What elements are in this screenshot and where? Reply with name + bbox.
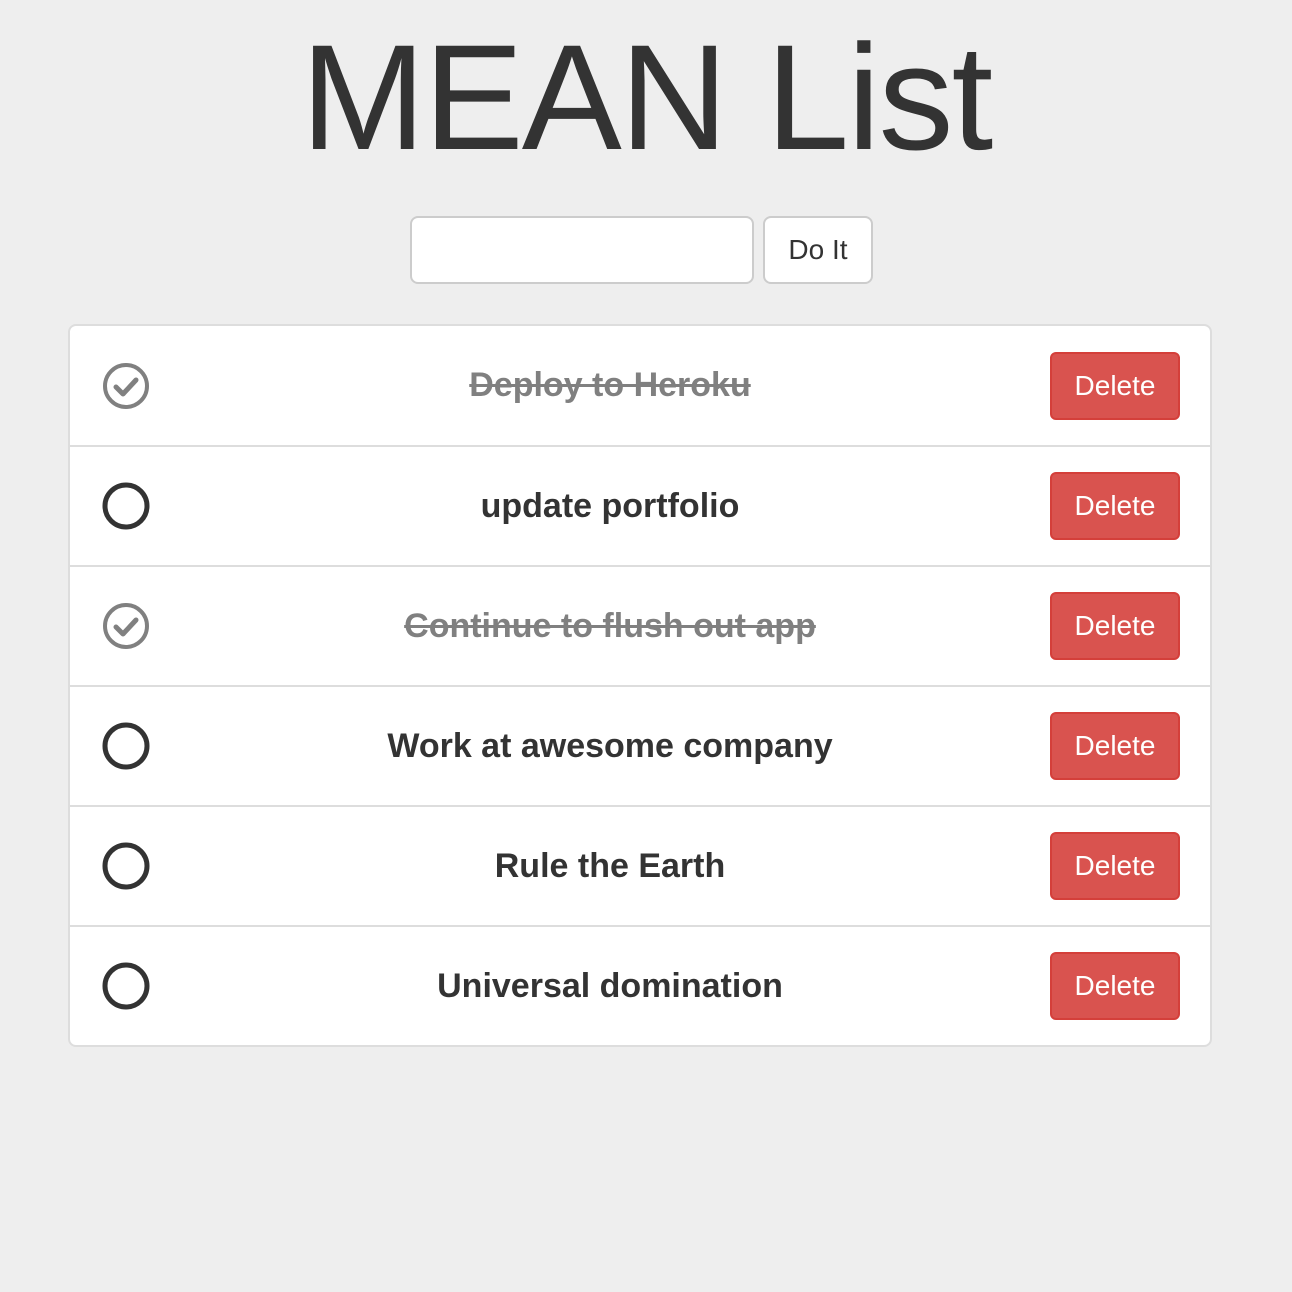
do-it-button[interactable]: Do It [763, 216, 873, 284]
delete-button[interactable]: Delete [1050, 472, 1180, 540]
new-task-input[interactable] [410, 216, 754, 284]
delete-button[interactable]: Delete [1050, 712, 1180, 780]
task-text: Rule the Earth [494, 846, 726, 885]
delete-button[interactable]: Delete [1050, 592, 1180, 660]
task-text: Work at awesome company [387, 726, 833, 765]
delete-button[interactable]: Delete [1050, 952, 1180, 1020]
delete-button[interactable]: Delete [1050, 351, 1180, 420]
list-item: Deploy to Heroku Delete [70, 326, 1210, 445]
task-text: update portfolio [480, 486, 740, 525]
list-item: Universal domination Delete [70, 925, 1210, 1045]
check-circle-icon[interactable] [101, 361, 151, 411]
circle-icon[interactable] [101, 481, 151, 531]
page: MEAN List Do It Deploy to Heroku Delete … [0, 0, 1292, 1292]
task-text: Deploy to Heroku [469, 366, 751, 404]
delete-button[interactable]: Delete [1050, 832, 1180, 900]
list-item: update portfolio Delete [70, 445, 1210, 565]
circle-icon[interactable] [101, 721, 151, 771]
add-task-form: Do It [410, 216, 873, 284]
page-title: MEAN List [300, 13, 993, 181]
task-text: Continue to flush out app [404, 606, 816, 645]
circle-icon[interactable] [101, 841, 151, 891]
task-text: Universal domination [437, 966, 783, 1005]
list-item: Work at awesome company Delete [70, 685, 1210, 805]
circle-icon[interactable] [101, 961, 151, 1011]
list-item: Continue to flush out app Delete [70, 565, 1210, 685]
list-item: Rule the Earth Delete [70, 805, 1210, 925]
check-circle-icon[interactable] [101, 601, 151, 651]
task-list: Deploy to Heroku Delete update portfolio… [68, 324, 1212, 1047]
